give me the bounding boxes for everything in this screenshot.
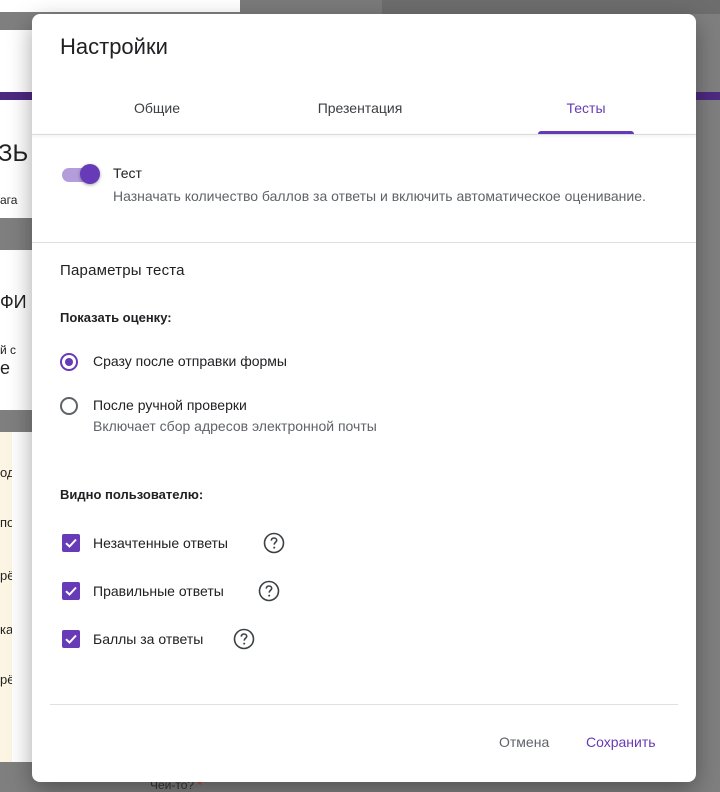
bg-fragment: рё <box>0 672 12 687</box>
bg-fragment: по. <box>0 515 12 530</box>
checkbox-point-values[interactable] <box>62 630 80 648</box>
bg-panel <box>0 0 240 12</box>
dialog-title: Настройки <box>60 34 168 59</box>
checkbox-label: Правильные ответы <box>93 583 224 599</box>
help-circle-icon[interactable] <box>233 628 255 650</box>
radio-label: Сразу после отправки формы <box>93 353 287 369</box>
radio-button-checked[interactable] <box>60 353 78 371</box>
bg-fragment: ЗЬ <box>0 140 29 167</box>
bg-panel <box>240 0 382 14</box>
bg-fragment: ка <box>0 622 12 637</box>
check-icon <box>65 538 77 548</box>
tabs-divider <box>32 134 696 135</box>
help-circle-icon[interactable] <box>258 580 280 602</box>
quiz-toggle[interactable] <box>60 164 102 184</box>
bg-fragment: ага <box>0 193 18 207</box>
check-icon <box>65 586 77 596</box>
bg-accent-bar <box>0 92 32 100</box>
settings-tabs: Общие Презентация Тесты <box>32 92 696 136</box>
tab-general[interactable]: Общие <box>118 100 196 116</box>
quiz-toggle-description: Назначать количество баллов за ответы и … <box>113 188 646 204</box>
bg-fragment: од <box>0 465 12 480</box>
radio-label: После ручной проверки <box>93 397 247 413</box>
quiz-params-title: Параметры теста <box>60 262 185 279</box>
bg-fragment: й с <box>0 343 17 357</box>
toggle-knob <box>80 164 100 184</box>
tab-quizzes[interactable]: Тесты <box>550 100 622 116</box>
check-icon <box>65 634 77 644</box>
show-grade-heading: Показать оценку: <box>60 310 172 325</box>
help-circle-icon[interactable] <box>263 532 285 554</box>
tab-presentation[interactable]: Презентация <box>300 100 420 116</box>
checkbox-missed-answers[interactable] <box>62 534 80 552</box>
checkbox-label: Баллы за ответы <box>93 631 204 647</box>
bg-card <box>12 432 32 762</box>
bg-accent-bar <box>694 92 720 100</box>
cancel-button[interactable]: Отмена <box>499 734 549 750</box>
bg-fragment: ФИ <box>0 292 27 312</box>
save-button[interactable]: Сохранить <box>586 734 656 750</box>
radio-sublabel: Включает сбор адресов электронной почты <box>93 418 377 434</box>
checkbox-label: Незачтенные ответы <box>93 535 228 551</box>
bg-card <box>0 250 32 410</box>
section-divider <box>32 242 696 243</box>
bg-fragment: рё <box>0 568 12 583</box>
quiz-toggle-label: Тест <box>113 165 142 181</box>
checkbox-correct-answers[interactable] <box>62 582 80 600</box>
settings-dialog: Настройки Общие Презентация Тесты Тест Н… <box>32 14 696 782</box>
bg-panel <box>382 0 720 14</box>
visible-to-user-heading: Видно пользователю: <box>60 487 204 502</box>
radio-button[interactable] <box>60 397 78 415</box>
footer-divider <box>50 704 678 705</box>
bg-card <box>0 432 12 762</box>
bg-fragment: е <box>0 358 11 378</box>
